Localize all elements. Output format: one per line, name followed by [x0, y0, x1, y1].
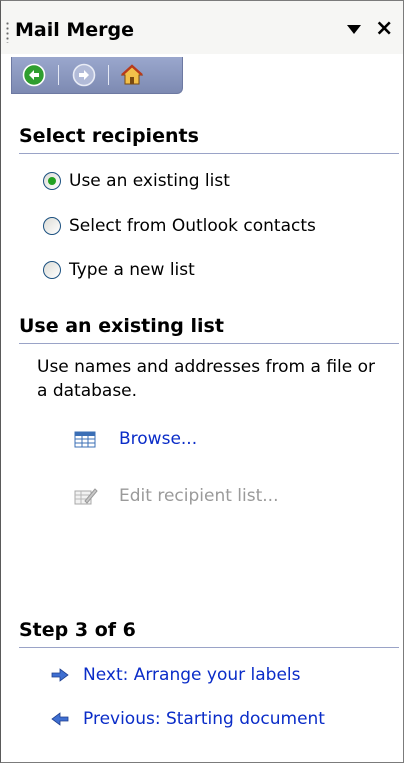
- pane-title: Mail Merge: [15, 19, 135, 41]
- radio-button[interactable]: [43, 261, 61, 279]
- radio-label: Use an existing list: [69, 171, 230, 191]
- radio-select-outlook-contacts[interactable]: Select from Outlook contacts: [43, 213, 316, 239]
- edit-recipient-list-label: Edit recipient list...: [119, 486, 279, 506]
- next-step-link[interactable]: Next: Arrange your labels: [51, 665, 301, 685]
- radio-label: Select from Outlook contacts: [69, 216, 316, 236]
- drag-grip-icon[interactable]: [6, 21, 9, 43]
- forward-button[interactable]: [72, 63, 96, 87]
- edit-recipient-list-link[interactable]: Edit recipient list...: [73, 483, 278, 509]
- browse-label[interactable]: Browse...: [119, 429, 197, 449]
- existing-list-description: Use names and addresses from a file or a…: [37, 357, 375, 401]
- radio-use-existing-list[interactable]: Use an existing list: [43, 168, 230, 194]
- right-arrow-icon: [51, 668, 69, 682]
- pane-menu-dropdown-icon[interactable]: [347, 25, 361, 34]
- back-button[interactable]: [22, 63, 46, 87]
- radio-type-new-list[interactable]: Type a new list: [43, 257, 195, 283]
- nav-separator: [108, 65, 109, 85]
- select-recipients-heading: Select recipients: [19, 125, 399, 154]
- close-icon[interactable]: ×: [375, 18, 393, 40]
- step-heading: Step 3 of 6: [19, 619, 399, 648]
- nav-separator: [58, 65, 59, 85]
- previous-step-label[interactable]: Previous: Starting document: [83, 709, 325, 729]
- next-step-label[interactable]: Next: Arrange your labels: [83, 665, 301, 685]
- back-arrow-icon: [22, 63, 46, 87]
- forward-arrow-icon: [72, 63, 96, 87]
- use-existing-list-heading: Use an existing list: [19, 315, 399, 344]
- edit-list-icon: [74, 488, 98, 505]
- previous-step-link[interactable]: Previous: Starting document: [51, 709, 325, 729]
- home-icon: [120, 64, 144, 85]
- left-arrow-icon: [51, 712, 69, 726]
- mail-merge-task-pane: Mail Merge × Select recipients Use an ex…: [0, 0, 404, 763]
- task-pane-title-bar: Mail Merge ×: [1, 1, 403, 54]
- table-icon: [74, 431, 96, 448]
- home-button[interactable]: [120, 63, 144, 87]
- radio-button-checked[interactable]: [43, 172, 61, 190]
- radio-button[interactable]: [43, 217, 61, 235]
- radio-label: Type a new list: [69, 260, 195, 280]
- navigation-toolbar: [11, 57, 183, 94]
- browse-link[interactable]: Browse...: [73, 427, 197, 451]
